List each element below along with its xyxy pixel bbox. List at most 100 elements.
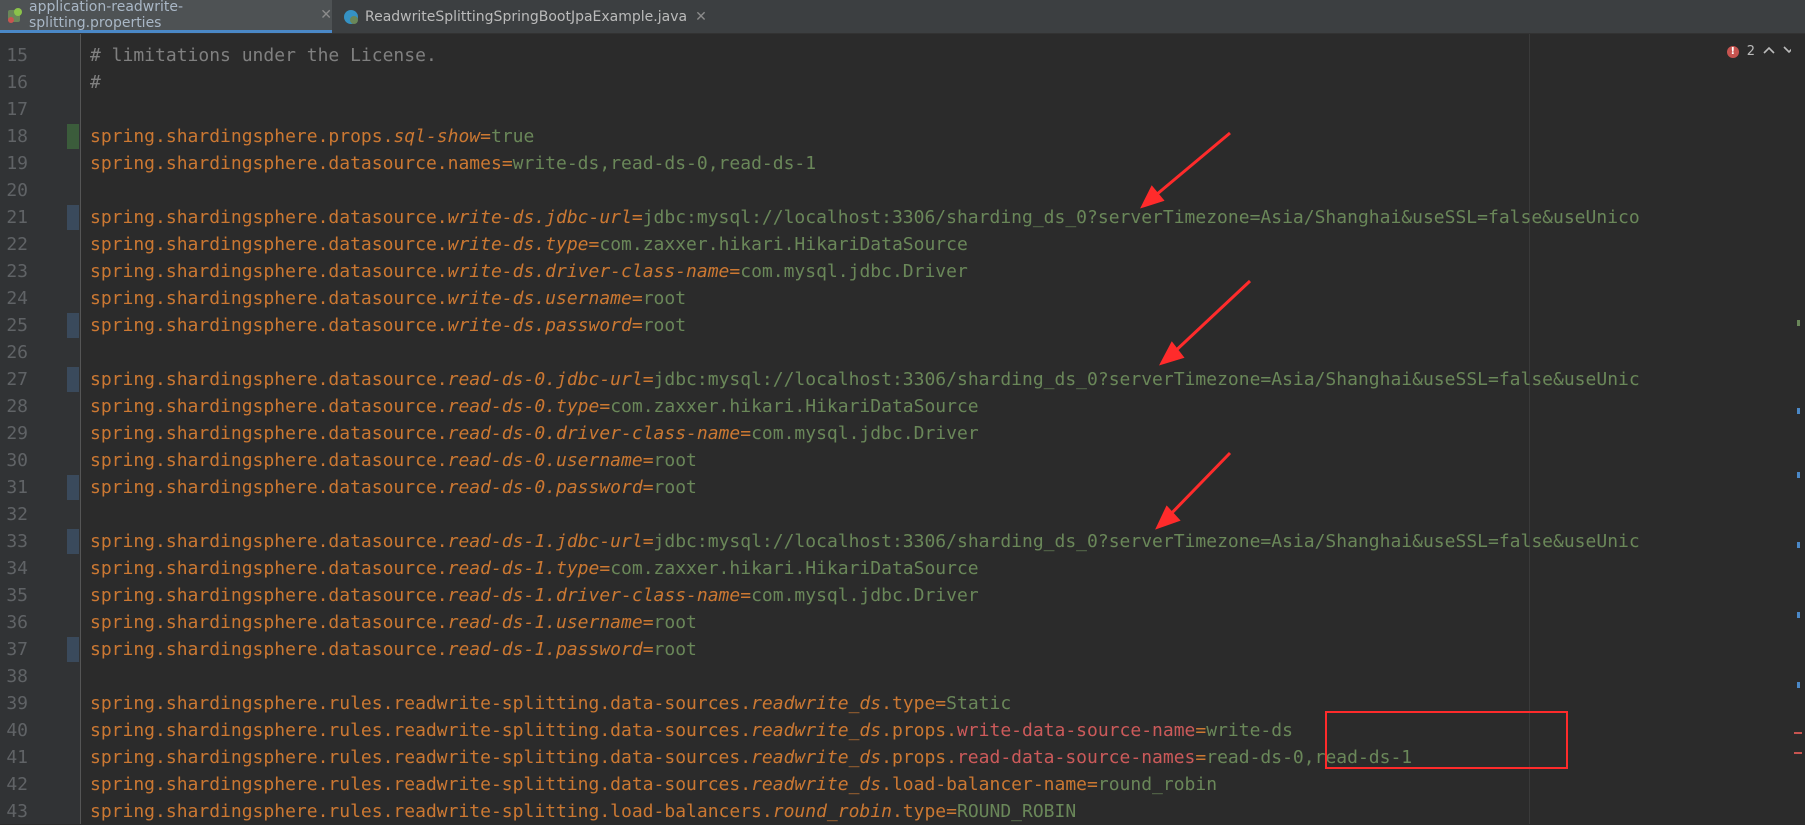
code-token: spring.shardingsphere.datasource. [90, 261, 448, 282]
code-line[interactable]: 27 spring.shardingsphere.datasource.read-… [0, 366, 1805, 393]
code-line[interactable]: 20 [0, 177, 1805, 204]
code-line[interactable]: 37 spring.shardingsphere.datasource.read-… [0, 636, 1805, 663]
code-token: = [642, 450, 654, 471]
line-number: 36 [6, 612, 28, 633]
code-text: spring.shardingsphere.datasource.read-ds… [90, 420, 979, 447]
code-token: spring.shardingsphere.rules.readwrite-sp… [90, 774, 752, 795]
code-line[interactable]: 23 spring.shardingsphere.datasource.write… [0, 258, 1805, 285]
change-marker [67, 124, 79, 149]
close-icon[interactable]: ✕ [695, 9, 707, 25]
inspection-widget[interactable]: ! 2 [1726, 44, 1795, 59]
code-line[interactable]: 25 spring.shardingsphere.datasource.write… [0, 312, 1805, 339]
code-line[interactable]: 38 [0, 663, 1805, 690]
code-line[interactable]: 28 spring.shardingsphere.datasource.read-… [0, 393, 1805, 420]
code-token: = [642, 477, 654, 498]
code-token: root [653, 639, 697, 660]
code-token: write-ds.driver-class-name [447, 261, 730, 282]
code-line[interactable]: 43 spring.shardingsphere.rules.readwrite-… [0, 798, 1805, 825]
change-marker [67, 205, 79, 230]
change-marker [67, 637, 79, 662]
code-text: spring.shardingsphere.datasource.write-d… [90, 258, 968, 285]
code-token: .load-balancer-name [881, 774, 1088, 795]
close-icon[interactable]: ✕ [320, 7, 332, 23]
code-text: spring.shardingsphere.rules.readwrite-sp… [90, 744, 1412, 771]
code-token: spring.shardingsphere.props. [90, 126, 394, 147]
code-text: spring.shardingsphere.rules.readwrite-sp… [90, 690, 1011, 717]
code-token: spring.shardingsphere.datasource. [90, 369, 448, 390]
code-token: spring.shardingsphere.datasource. [90, 558, 448, 579]
code-token: .props. [881, 720, 957, 741]
code-token: com.zaxxer.hikari.HikariDataSource [599, 234, 968, 255]
tab-properties-file[interactable]: application-readwrite-splitting.properti… [0, 0, 332, 33]
code-token: read-ds-1.jdbc-url [447, 531, 643, 552]
code-token: root [653, 477, 697, 498]
code-line[interactable]: 22 spring.shardingsphere.datasource.write… [0, 231, 1805, 258]
code-token: com.zaxxer.hikari.HikariDataSource [610, 396, 979, 417]
line-number: 18 [6, 126, 28, 147]
line-number: 27 [6, 369, 28, 390]
code-line[interactable]: 31 spring.shardingsphere.datasource.read-… [0, 474, 1805, 501]
tab-label: application-readwrite-splitting.properti… [29, 0, 184, 31]
code-token: = [588, 234, 600, 255]
spring-properties-icon [6, 6, 24, 24]
code-text: spring.shardingsphere.props.sql-show=tru… [90, 123, 534, 150]
line-number: 26 [6, 342, 28, 363]
vertical-scrollbar[interactable] [1791, 34, 1805, 824]
code-token: = [642, 612, 654, 633]
code-line[interactable]: 33 spring.shardingsphere.datasource.read-… [0, 528, 1805, 555]
code-line[interactable]: 42 spring.shardingsphere.rules.readwrite-… [0, 771, 1805, 798]
code-token: write-ds.type [447, 234, 589, 255]
code-line[interactable]: 32 [0, 501, 1805, 528]
line-number: 39 [6, 693, 28, 714]
arrow-up-icon[interactable] [1763, 44, 1775, 59]
code-token: = [946, 801, 957, 822]
line-number: 16 [6, 72, 28, 93]
line-number: 25 [6, 315, 28, 336]
code-token: write-ds.username [447, 288, 632, 309]
code-text: spring.shardingsphere.datasource.write-d… [90, 204, 1640, 231]
change-marker [67, 529, 79, 554]
code-line[interactable]: 30 spring.shardingsphere.datasource.read-… [0, 447, 1805, 474]
line-number: 32 [6, 504, 28, 525]
code-text: spring.shardingsphere.datasource.read-ds… [90, 528, 1640, 555]
line-number: 42 [6, 774, 28, 795]
code-line[interactable]: 35 spring.shardingsphere.datasource.read-… [0, 582, 1805, 609]
code-token: = [740, 423, 752, 444]
tab-java-file[interactable]: ReadwriteSplittingSpringBootJpaExample.j… [336, 0, 707, 33]
code-token: sql-show [393, 126, 481, 147]
code-token: .type [891, 801, 947, 822]
code-text: spring.shardingsphere.datasource.write-d… [90, 312, 686, 339]
code-token: spring.shardingsphere.datasource. [90, 207, 448, 228]
code-line[interactable]: 15 # limitations under the License. [0, 42, 1805, 69]
code-line[interactable]: 29 spring.shardingsphere.datasource.read-… [0, 420, 1805, 447]
code-line[interactable]: 36 spring.shardingsphere.datasource.read-… [0, 609, 1805, 636]
code-token: spring.shardingsphere.datasource.names [90, 153, 502, 174]
code-token: write-data-source-name [956, 720, 1196, 741]
line-number: 35 [6, 585, 28, 606]
code-token: .props. [881, 747, 957, 768]
code-line[interactable]: 24 spring.shardingsphere.datasource.write… [0, 285, 1805, 312]
code-token: read-ds-1.driver-class-name [447, 585, 741, 606]
code-token: com.mysql.jdbc.Driver [740, 261, 968, 282]
code-token: # [90, 72, 101, 93]
code-editor[interactable]: 15 # limitations under the License. 16 #17 1… [0, 34, 1805, 824]
code-line[interactable]: 26 [0, 339, 1805, 366]
code-line[interactable]: 34 spring.shardingsphere.datasource.read-… [0, 555, 1805, 582]
code-line[interactable]: 21 spring.shardingsphere.datasource.write… [0, 204, 1805, 231]
code-token: = [642, 531, 654, 552]
code-token: jdbc:mysql://localhost:3306/sharding_ds_… [653, 531, 1640, 552]
code-line[interactable]: 19 spring.shardingsphere.datasource.names… [0, 150, 1805, 177]
line-number: 15 [6, 45, 28, 66]
code-line[interactable]: 17 [0, 96, 1805, 123]
line-number: 43 [6, 801, 28, 822]
code-token: spring.shardingsphere.datasource. [90, 477, 448, 498]
code-line[interactable]: 18 spring.shardingsphere.props.sql-show=t… [0, 123, 1805, 150]
change-marker [67, 313, 79, 338]
code-token: Static [946, 693, 1012, 714]
line-number: 20 [6, 180, 28, 201]
line-number: 33 [6, 531, 28, 552]
code-line[interactable]: 16 # [0, 69, 1805, 96]
code-token: spring.shardingsphere.datasource. [90, 531, 448, 552]
line-number: 29 [6, 423, 28, 444]
code-token: root [642, 315, 687, 336]
